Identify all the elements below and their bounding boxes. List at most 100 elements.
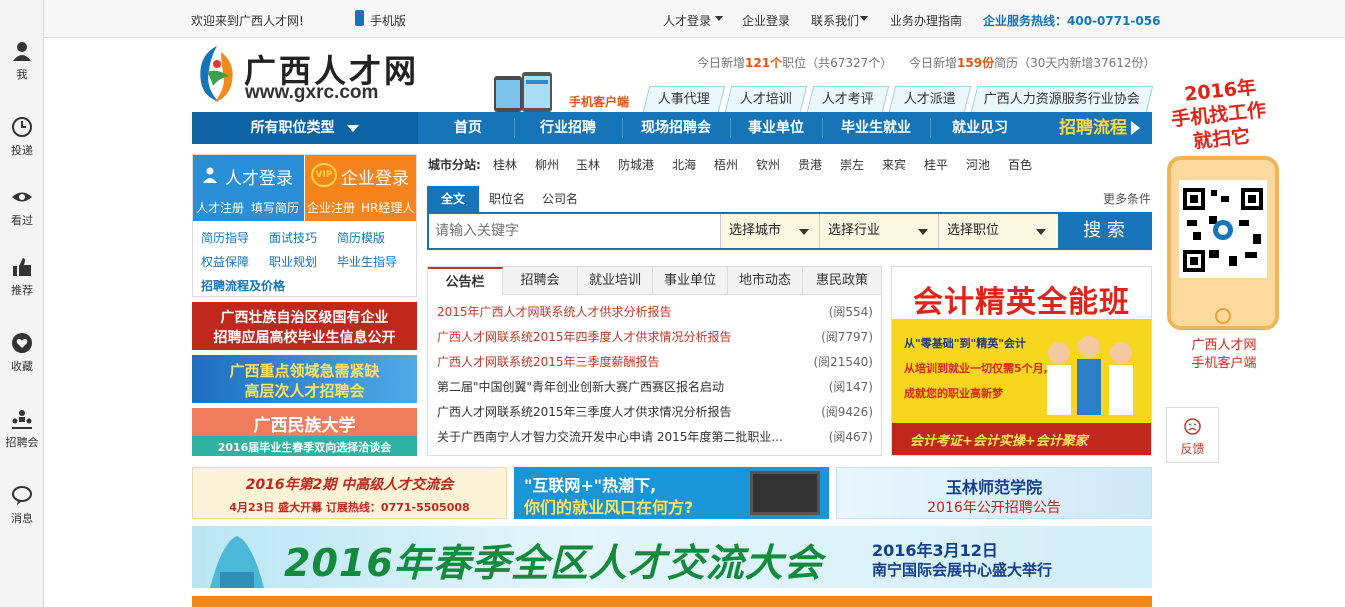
- news-item[interactable]: 广西人才网联系统2015年三季度人才供求情况分析报告 (阅9426): [437, 402, 873, 422]
- rail-item-applied[interactable]: 投递: [0, 116, 44, 158]
- search-tab-jobname[interactable]: 职位名: [489, 186, 525, 212]
- link-resume-guide[interactable]: 简历指导: [201, 229, 249, 246]
- news-tab-jobfair[interactable]: 招聘会: [503, 267, 578, 295]
- nav-internship[interactable]: 就业见习: [930, 112, 1030, 144]
- city-link[interactable]: 钦州: [756, 156, 780, 173]
- rail-item-me[interactable]: 我: [0, 40, 44, 82]
- search-tab-company[interactable]: 公司名: [542, 186, 578, 212]
- home-button-icon: [1215, 308, 1231, 324]
- nav-industry[interactable]: 行业招聘: [514, 112, 622, 144]
- news-item[interactable]: 关于广西南宁人才智力交流开发中心申请 2015年度第二批职业... (阅467): [437, 427, 873, 447]
- banner-senior-talent[interactable]: 2016年第2期 中高级人才交流会 4月23日 盛大开幕 订展热线：0771-5…: [192, 467, 507, 519]
- chevron-down-icon: [799, 229, 809, 235]
- news-tab-notice[interactable]: 公告栏: [428, 267, 503, 295]
- city-link[interactable]: 柳州: [535, 156, 559, 173]
- banner-gxun[interactable]: 广西民族大学 2016届毕业生春季双向选择洽谈会: [192, 408, 417, 456]
- tab-dispatch[interactable]: 人才派遣: [888, 86, 972, 112]
- news-item[interactable]: 2015年广西人才网联系统人才供求分析报告 (阅554): [437, 302, 873, 322]
- logo-mark-icon[interactable]: [193, 42, 239, 106]
- company-register-link[interactable]: 企业注册: [307, 199, 355, 216]
- link-graduate-guide[interactable]: 毕业生指导: [337, 253, 397, 270]
- city-link[interactable]: 梧州: [714, 156, 738, 173]
- tab-hr-agency[interactable]: 人事代理: [642, 86, 726, 112]
- talent-register-link[interactable]: 人才注册: [196, 199, 244, 216]
- news-item[interactable]: 广西人才网联系统2015年三季度薪酬报告 (阅21540): [437, 352, 873, 372]
- search-button[interactable]: 搜 索: [1058, 214, 1150, 248]
- hotline-text: 企业服务热线：400-0771-056: [983, 14, 1161, 28]
- talent-login-panel[interactable]: 人才登录 人才注册 填写简历: [193, 155, 304, 221]
- banner-internet-plus[interactable]: "互联网+"热潮下, 你们的就业风口在何方?: [514, 467, 829, 519]
- company-login-link[interactable]: 企业登录: [742, 12, 790, 29]
- news-tab-institution[interactable]: 事业单位: [653, 267, 728, 295]
- company-login-panel[interactable]: VIP 企业登录 企业注册 HR经理人: [305, 155, 416, 221]
- city-link[interactable]: 河池: [966, 156, 990, 173]
- nav-public-institution[interactable]: 事业单位: [730, 112, 822, 144]
- eye-icon: [11, 186, 33, 208]
- tab-evaluation[interactable]: 人才考评: [806, 86, 890, 112]
- link-pricing[interactable]: 招聘流程及价格: [201, 277, 285, 294]
- search-bar: 选择城市 选择行业 选择职位 搜 索: [427, 212, 1152, 250]
- city-link[interactable]: 防城港: [618, 156, 654, 173]
- qr-code-icon: [1179, 180, 1267, 278]
- vip-badge-icon: VIP: [311, 163, 337, 187]
- link-rights[interactable]: 权益保障: [201, 253, 249, 270]
- news-tab-training[interactable]: 就业培训: [578, 267, 653, 295]
- rail-item-viewed[interactable]: 看过: [0, 186, 44, 228]
- news-panel: 公告栏 招聘会 就业培训 事业单位 地市动态 惠民政策 2015年广西人才网联系…: [427, 266, 882, 456]
- all-jobs-dropdown[interactable]: 所有职位类型: [192, 112, 418, 144]
- news-tab-policy[interactable]: 惠民政策: [803, 267, 881, 295]
- tab-training[interactable]: 人才培训: [724, 86, 808, 112]
- select-industry[interactable]: 选择行业: [819, 214, 938, 248]
- app-qr-ad[interactable]: 2016年 手机找工作 就扫它 广西人才网 手机客户端: [1155, 70, 1293, 371]
- nav-graduate[interactable]: 毕业生就业: [822, 112, 930, 144]
- city-link[interactable]: 崇左: [840, 156, 864, 173]
- banner-key-talent[interactable]: 广西重点领域急需紧缺 高层次人才招聘会: [192, 355, 417, 403]
- city-link[interactable]: 玉林: [576, 156, 600, 173]
- banner-soe-recruit[interactable]: 广西壮族自治区级国有企业 招聘应届高校毕业生信息公开: [192, 302, 417, 350]
- more-conditions-link[interactable]: 更多条件: [1103, 186, 1151, 212]
- user-icon: [203, 167, 217, 183]
- ad-accounting[interactable]: 会计精英全能班 从"零基础"到"精英"会计 从培训到就业一切仅需5个月, 成就您…: [891, 266, 1152, 456]
- link-interview-tips[interactable]: 面试技巧: [269, 229, 317, 246]
- search-input[interactable]: [429, 214, 719, 248]
- guide-link[interactable]: 业务办理指南: [890, 12, 962, 29]
- rail-item-favorites[interactable]: 收藏: [0, 332, 44, 374]
- banner-ylnu[interactable]: 玉林师范学院 2016年公开招聘公告: [836, 467, 1152, 519]
- search-tab-fulltext[interactable]: 全文: [427, 186, 479, 212]
- service-tabs: 人事代理 人才培训 人才考评 人才派遣 广西人力资源服务行业协会: [566, 86, 1154, 112]
- news-item[interactable]: 广西人才网联系统2015年四季度人才供求情况分析报告 (阅7797): [437, 327, 873, 347]
- building-icon: [202, 532, 272, 588]
- link-resume-template[interactable]: 简历模版: [337, 229, 385, 246]
- mobile-version-link[interactable]: 手机版: [370, 12, 406, 29]
- logo-text-en[interactable]: www.gxrc.com: [245, 82, 378, 104]
- bottom-strip: [192, 596, 1152, 607]
- nav-jobfair[interactable]: 现场招聘会: [622, 112, 730, 144]
- select-city[interactable]: 选择城市: [720, 214, 819, 248]
- news-item[interactable]: 第二届"中国创翼"青年创业创新大赛广西赛区报名启动 (阅147): [437, 377, 873, 397]
- contact-link[interactable]: 联系我们: [811, 12, 859, 29]
- rail-item-messages[interactable]: 消息: [0, 484, 44, 526]
- news-tab-city[interactable]: 地市动态: [728, 267, 803, 295]
- tab-association[interactable]: 广西人力资源服务行业协会: [970, 86, 1154, 112]
- city-link[interactable]: 百色: [1008, 156, 1032, 173]
- fill-resume-link[interactable]: 填写简历: [251, 199, 299, 216]
- talent-login-link[interactable]: 人才登录: [663, 12, 711, 29]
- link-career-plan[interactable]: 职业规划: [269, 253, 317, 270]
- chat-icon: [11, 484, 33, 506]
- nav-recruit-process[interactable]: 招聘流程: [1047, 112, 1152, 144]
- rail-item-recommend[interactable]: 推荐: [0, 256, 44, 298]
- city-link[interactable]: 北海: [672, 156, 696, 173]
- feedback-button[interactable]: 反馈: [1166, 407, 1219, 463]
- nav-home[interactable]: 首页: [422, 112, 514, 144]
- rail-item-jobfair[interactable]: 招聘会: [0, 408, 44, 450]
- chevron-right-icon: [1131, 121, 1140, 135]
- banner-spring-fair[interactable]: 2016年春季全区人才交流大会 2016年3月12日 南宁国际会展中心盛大举行: [192, 526, 1152, 588]
- city-link[interactable]: 贵港: [798, 156, 822, 173]
- chevron-down-icon: [1036, 229, 1046, 235]
- select-position[interactable]: 选择职位: [938, 214, 1056, 248]
- chevron-down-icon: [860, 16, 868, 21]
- city-link[interactable]: 桂林: [493, 156, 517, 173]
- city-link[interactable]: 来宾: [882, 156, 906, 173]
- hr-manager-link[interactable]: HR经理人: [361, 199, 414, 216]
- city-link[interactable]: 桂平: [924, 156, 948, 173]
